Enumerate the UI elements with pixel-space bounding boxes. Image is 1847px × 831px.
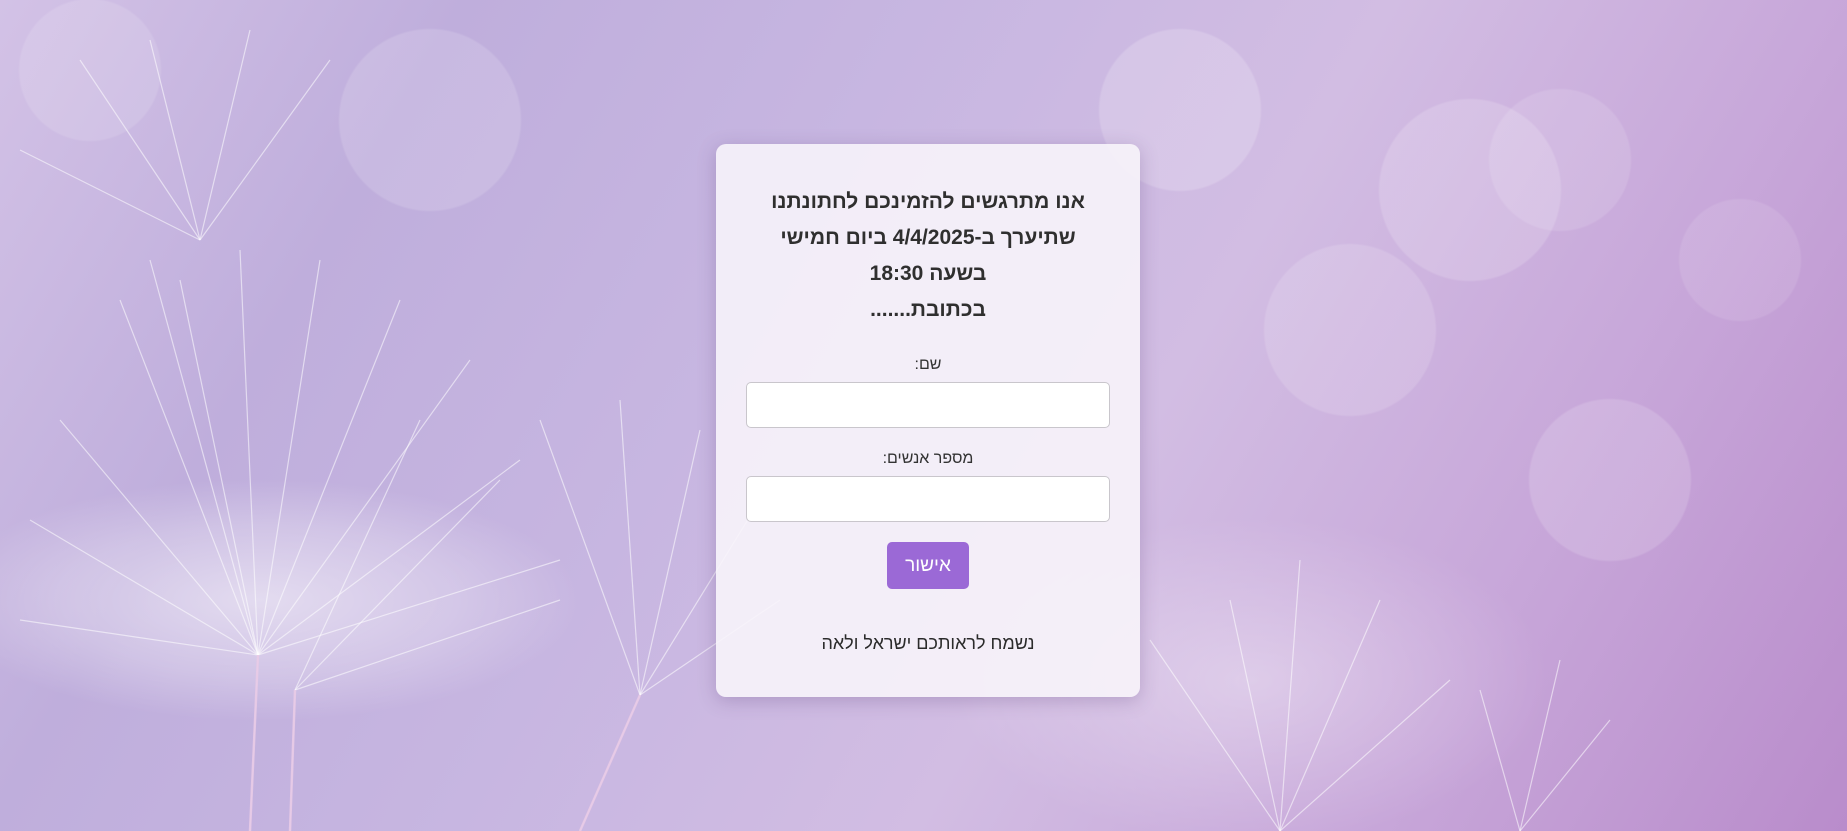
guests-count-input[interactable]: [746, 476, 1110, 522]
name-label: שם:: [914, 356, 942, 373]
headline-line: בשעה 18:30: [869, 262, 987, 285]
footer-note: נשמח לראותכם ישראל ולאה: [821, 633, 1035, 653]
headline-line: שתיערך ב-4/4/2025 ביום חמישי: [780, 226, 1076, 249]
headline-line: בכתובת.......: [870, 298, 986, 321]
guests-count-label: מספר אנשים:: [882, 450, 974, 467]
headline-line: אנו מתרגשים להזמינכם לחתונתנו: [771, 190, 1085, 213]
confirm-button[interactable]: אישור: [887, 542, 969, 589]
rsvp-card: אנו מתרגשים להזמינכם לחתונתנו שתיערך ב-4…: [716, 144, 1140, 697]
name-input[interactable]: [746, 382, 1110, 428]
invitation-headline: אנו מתרגשים להזמינכם לחתונתנו שתיערך ב-4…: [746, 184, 1110, 328]
